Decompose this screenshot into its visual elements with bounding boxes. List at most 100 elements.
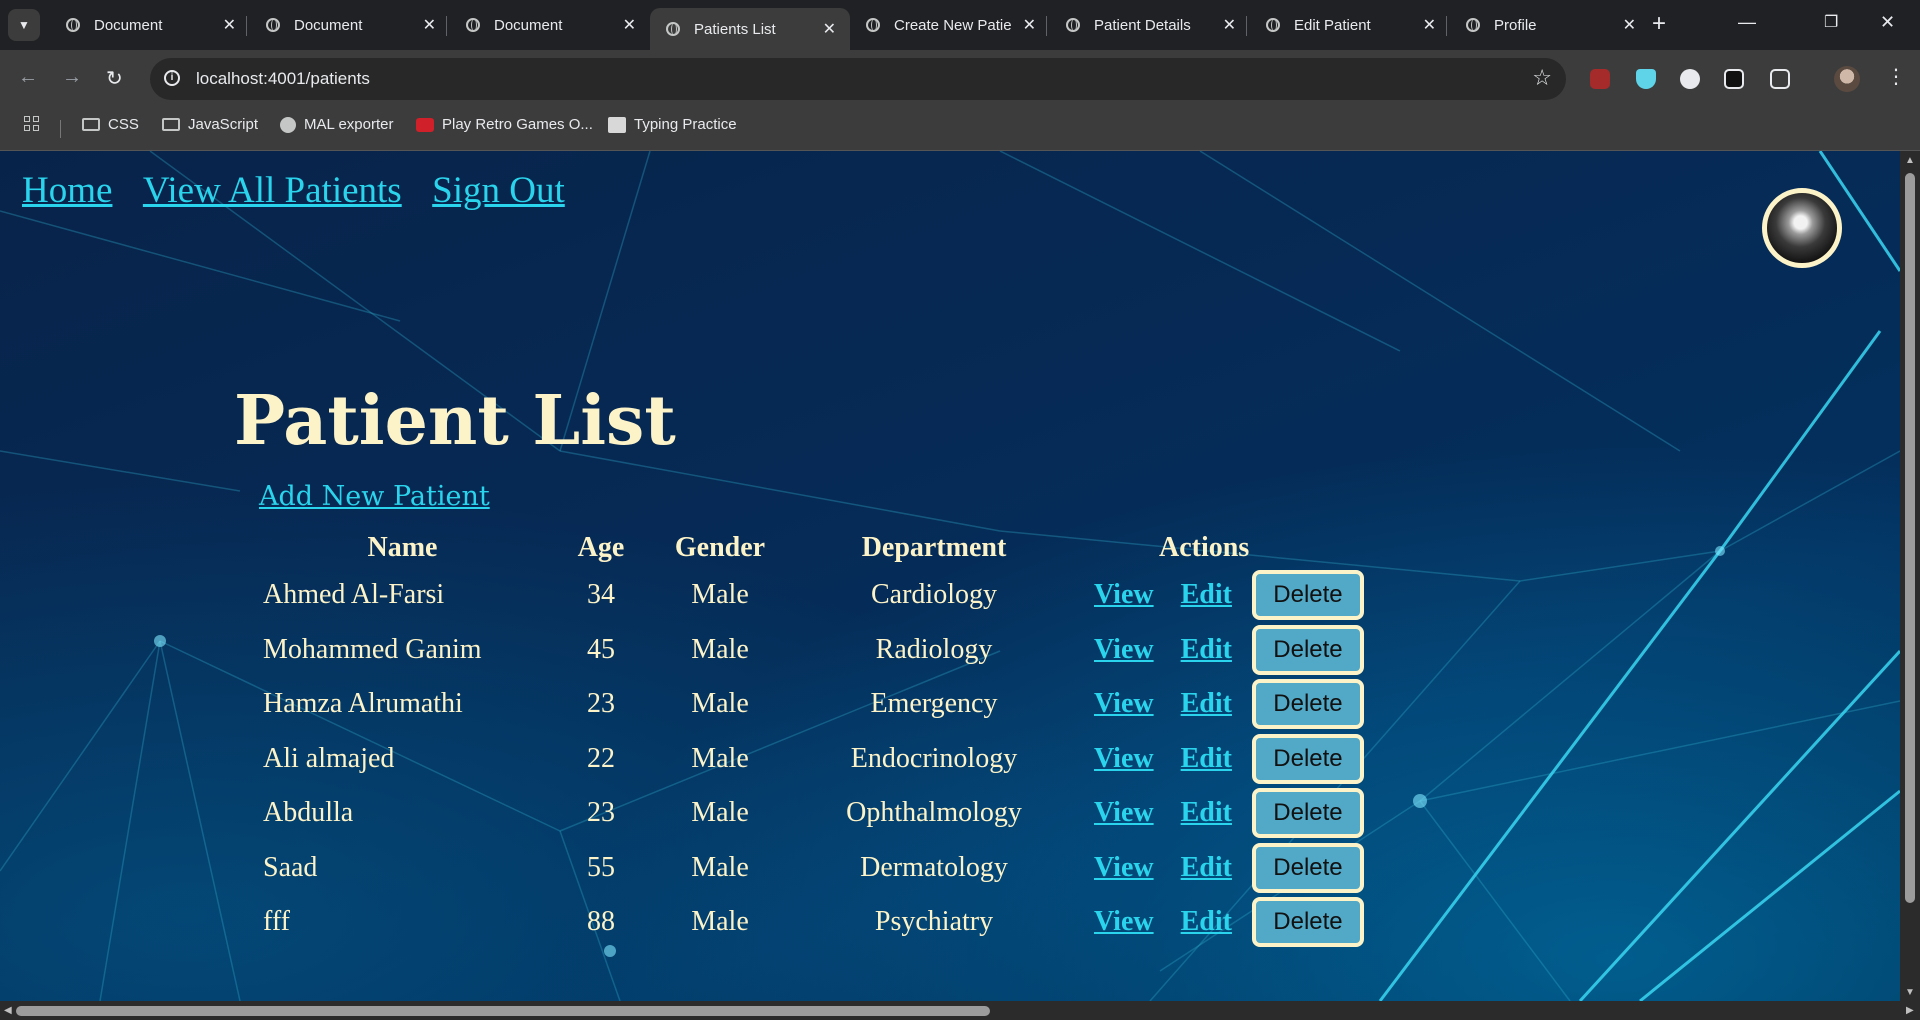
tab-patient-details[interactable]: Patient Details ✕	[1050, 8, 1250, 42]
chevron-down-icon: ▼	[18, 18, 30, 32]
actions-header-label: Actions	[1159, 532, 1250, 563]
site-info-icon[interactable]: i	[164, 70, 180, 86]
window-close-icon[interactable]: ✕	[1880, 12, 1895, 33]
view-patient-link[interactable]: View	[1094, 688, 1154, 720]
horizontal-scrollbar[interactable]: ◀ ▶	[0, 1001, 1920, 1020]
close-icon[interactable]: ✕	[1023, 15, 1036, 35]
new-tab-plus-icon[interactable]: +	[1652, 10, 1666, 38]
back-arrow-icon[interactable]: ←	[18, 66, 38, 89]
nav-home-link[interactable]: Home	[22, 170, 112, 211]
nav-sign-out-link[interactable]: Sign Out	[432, 170, 565, 211]
nav-view-all-patients-link[interactable]: View All Patients	[143, 170, 402, 211]
circle-extension-icon[interactable]	[1680, 69, 1700, 89]
globe-icon	[1466, 18, 1480, 32]
patient-age-cell: 45	[587, 633, 615, 665]
table-row: Ahmed Al-Farsi 34 Male Cardiology View Edit De…	[252, 568, 1375, 623]
bookmark-javascript[interactable]: JavaScript	[162, 116, 258, 133]
delete-patient-button[interactable]: Delete	[1251, 679, 1364, 730]
globe-icon	[266, 18, 280, 32]
tab-edit-patient[interactable]: Edit Patient ✕	[1250, 8, 1450, 42]
patient-department-cell: Ophthalmology	[846, 797, 1022, 829]
address-url[interactable]: localhost:4001/patients	[196, 69, 370, 89]
patient-gender-cell: Male	[691, 851, 749, 883]
bookmarks-divider	[60, 120, 61, 138]
scroll-right-arrow-icon[interactable]: ▶	[1906, 1005, 1914, 1016]
column-header-age: Age	[577, 532, 625, 563]
close-icon[interactable]: ✕	[1223, 15, 1236, 35]
restore-icon[interactable]: ❐	[1824, 12, 1838, 32]
tab-create-new-patient[interactable]: Create New Patie ✕	[850, 8, 1050, 42]
view-patient-link[interactable]: View	[1094, 906, 1154, 938]
bookmark-star-icon[interactable]: ☆	[1532, 65, 1552, 91]
delete-patient-button[interactable]: Delete	[1251, 897, 1364, 948]
close-icon[interactable]: ✕	[223, 15, 236, 35]
tab-document-3[interactable]: Document ✕	[450, 8, 650, 42]
edit-patient-link[interactable]: Edit	[1181, 688, 1232, 720]
forward-arrow-icon[interactable]: →	[62, 66, 82, 89]
address-bar[interactable]: i localhost:4001/patients ☆	[150, 58, 1566, 100]
patient-department-cell: Psychiatry	[874, 906, 994, 938]
tab-title: Patient Details	[1094, 16, 1191, 34]
tab-document-1[interactable]: Document ✕	[50, 8, 250, 42]
row-actions: View Edit Delete	[1077, 624, 1375, 675]
edit-patient-link[interactable]: Edit	[1181, 579, 1232, 611]
scroll-down-arrow-icon[interactable]: ▼	[1905, 987, 1915, 998]
edit-patient-link[interactable]: Edit	[1181, 634, 1232, 666]
globe-icon	[66, 18, 80, 32]
bookmark-mal-exporter[interactable]: MAL exporter	[280, 116, 393, 133]
scroll-up-arrow-icon[interactable]: ▲	[1905, 155, 1915, 166]
vertical-scroll-thumb[interactable]	[1905, 173, 1915, 903]
browser-profile-avatar[interactable]	[1834, 66, 1860, 92]
delete-patient-button[interactable]: Delete	[1251, 733, 1364, 784]
patient-gender-cell: Male	[691, 688, 749, 720]
close-icon[interactable]: ✕	[623, 15, 636, 35]
bookmark-play-retro-games[interactable]: Play Retro Games O...	[416, 116, 593, 133]
close-icon[interactable]: ✕	[823, 19, 836, 39]
tab-patients-list[interactable]: Patients List ✕	[650, 8, 850, 50]
table-row: Abdulla 23 Male Ophthalmology View Edit Delete	[252, 786, 1375, 841]
spy-extension-icon[interactable]	[1724, 69, 1744, 89]
add-new-patient-link[interactable]: Add New Patient	[259, 481, 490, 512]
scroll-left-arrow-icon[interactable]: ◀	[4, 1005, 12, 1016]
tab-profile[interactable]: Profile ✕	[1450, 8, 1650, 42]
minimize-icon[interactable]: —	[1738, 12, 1756, 33]
horizontal-scroll-thumb[interactable]	[16, 1006, 990, 1016]
shield-extension-icon[interactable]	[1636, 69, 1656, 89]
puzzle-extensions-icon[interactable]	[1770, 69, 1790, 89]
delete-patient-button[interactable]: Delete	[1251, 788, 1364, 839]
edit-patient-link[interactable]: Edit	[1181, 906, 1232, 938]
close-icon[interactable]: ✕	[1423, 15, 1436, 35]
edit-patient-link[interactable]: Edit	[1181, 743, 1232, 775]
tab-document-2[interactable]: Document ✕	[250, 8, 450, 42]
edit-patient-link[interactable]: Edit	[1181, 852, 1232, 884]
close-icon[interactable]: ✕	[423, 15, 436, 35]
view-patient-link[interactable]: View	[1094, 852, 1154, 884]
edit-patient-link[interactable]: Edit	[1181, 797, 1232, 829]
page-viewport: Home View All Patients Sign Out Patient …	[0, 151, 1900, 1001]
delete-patient-button[interactable]: Delete	[1251, 624, 1364, 675]
view-patient-link[interactable]: View	[1094, 797, 1154, 829]
bookmark-label: Typing Practice	[634, 116, 737, 133]
patient-gender-cell: Male	[691, 579, 749, 611]
bookmark-typing-practice[interactable]: Typing Practice	[608, 116, 737, 133]
view-patient-link[interactable]: View	[1094, 579, 1154, 611]
vertical-scrollbar[interactable]: ▲ ▼	[1900, 151, 1920, 1001]
reload-icon[interactable]: ↻	[106, 66, 123, 91]
row-actions: View Edit Delete	[1077, 842, 1375, 893]
patient-gender-cell: Male	[691, 742, 749, 774]
globe-icon	[1066, 18, 1080, 32]
column-header-actions: Actions	[1077, 528, 1375, 568]
tab-search-button[interactable]: ▼	[8, 9, 40, 41]
view-patient-link[interactable]: View	[1094, 634, 1154, 666]
view-patient-link[interactable]: View	[1094, 743, 1154, 775]
close-icon[interactable]: ✕	[1623, 15, 1636, 35]
bookmark-css[interactable]: CSS	[82, 116, 139, 133]
delete-patient-button[interactable]: Delete	[1251, 842, 1364, 893]
patient-actions-cell: View Edit Delete	[1077, 786, 1375, 841]
tab-title: Patients List	[694, 20, 776, 38]
ublock-extension-icon[interactable]	[1590, 69, 1610, 89]
delete-patient-button[interactable]: Delete	[1251, 570, 1364, 621]
more-menu-icon[interactable]: ⋮	[1886, 64, 1906, 89]
apps-grid-icon[interactable]	[24, 116, 40, 132]
profile-avatar[interactable]	[1762, 188, 1842, 268]
